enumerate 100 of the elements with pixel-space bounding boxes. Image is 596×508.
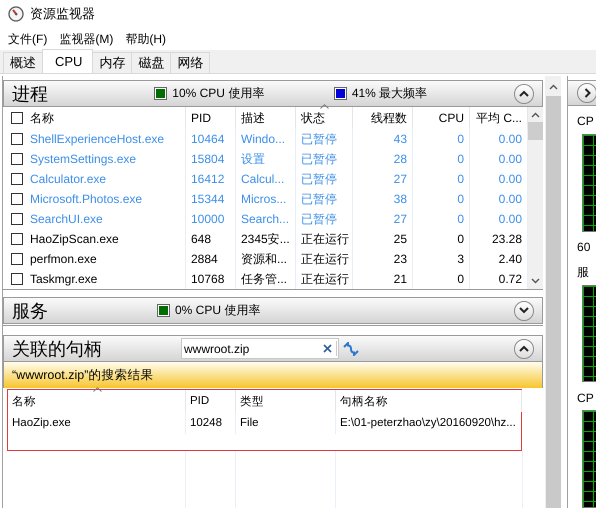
table-cell: 0 [457, 172, 464, 186]
column-header[interactable]: CPU [438, 111, 464, 125]
table-cell: 2884 [191, 252, 218, 266]
graph-label: 60 [576, 239, 592, 256]
column-header[interactable]: 类型 [236, 390, 336, 412]
section-title: 进程 [12, 82, 49, 106]
tab[interactable]: 网络 [170, 52, 210, 73]
tab[interactable]: CPU [42, 49, 94, 73]
table-cell: 16412 [191, 172, 224, 186]
table-cell: 2345安... [241, 230, 290, 248]
scroll-up-icon[interactable] [548, 84, 558, 90]
scroll-down-icon[interactable] [531, 278, 540, 284]
table-cell: 10248 [186, 412, 236, 434]
collapse-button[interactable] [514, 338, 534, 358]
table-cell: 38 [394, 192, 407, 206]
table-cell: 23.28 [492, 232, 522, 246]
column-header[interactable]: 名称 [30, 110, 54, 126]
table-cell: HaoZip.exe [8, 412, 186, 434]
table-cell: 0 [457, 132, 464, 146]
column-header[interactable]: 平均 C... [476, 110, 522, 126]
table-cell: 0.00 [498, 152, 522, 166]
table-cell: SearchUI.exe [30, 212, 103, 226]
window-title: 资源监视器 [30, 5, 95, 23]
table-cell: 15804 [191, 152, 224, 166]
column-header[interactable]: PID [191, 111, 212, 125]
indicator-text: 0% CPU 使用率 [175, 302, 260, 319]
chevron-right-icon [584, 88, 591, 98]
table-cell: 0.00 [498, 132, 522, 146]
chevron-down-icon [519, 307, 530, 314]
table-cell: 资源和... [241, 250, 288, 268]
chevron-up-icon [519, 345, 530, 352]
table-cell: 任务管... [241, 270, 288, 288]
section-title: 服务 [12, 300, 49, 322]
column-header[interactable]: 名称 [8, 390, 186, 412]
column-header[interactable]: 描述 [241, 110, 265, 126]
table-cell: 已暂停 [301, 150, 337, 168]
refresh-icon [343, 342, 359, 356]
table-cell-text: E:\01-peterzhao\zy\20160920\hz... [339, 416, 517, 431]
section-title: 关联的句柄 [12, 338, 103, 360]
table-cell: 正在运行 [301, 250, 349, 268]
menu-item[interactable]: 监视器(M) [55, 28, 118, 50]
column-header[interactable]: 状态 [301, 110, 325, 126]
table-cell: 已暂停 [301, 170, 337, 188]
table-cell: 15344 [191, 192, 224, 206]
collapse-button[interactable] [514, 84, 534, 104]
table-cell: 648 [191, 232, 212, 246]
table-cell: 23 [394, 252, 407, 266]
table-cell: Windo... [241, 132, 286, 146]
graph-label: CP [576, 113, 595, 130]
scrollbar-thumb[interactable] [528, 122, 544, 140]
table-cell: 3 [457, 252, 464, 266]
checkbox[interactable] [11, 193, 23, 205]
table-cell: Microsoft.Photos.exe [30, 192, 142, 206]
table-cell: 已暂停 [301, 130, 337, 148]
section-header[interactable]: 服务 0% CPU 使用率 [3, 297, 544, 324]
table-cell: Taskmgr.exe [30, 272, 98, 286]
table-cell: 10000 [191, 212, 224, 226]
table-cell: perfmon.exe [30, 252, 97, 266]
table-cell: Micros... [241, 192, 286, 206]
checkbox[interactable] [11, 133, 23, 145]
search-field[interactable]: wwwroot.zip [181, 338, 339, 359]
scrollbar[interactable] [528, 107, 544, 289]
column-header[interactable]: PID [186, 390, 236, 412]
table-cell: 0 [457, 152, 464, 166]
table-cell: Calculator.exe [30, 172, 106, 186]
checkbox[interactable] [11, 213, 23, 225]
checkbox[interactable] [11, 233, 23, 245]
scroll-up-icon[interactable] [531, 112, 540, 118]
column-header[interactable]: 句柄名称 [336, 390, 522, 412]
table-cell: 0.00 [498, 192, 522, 206]
tab[interactable]: 概述 [3, 52, 43, 73]
expand-button[interactable] [577, 82, 596, 103]
checkbox[interactable] [11, 153, 23, 165]
checkbox[interactable] [11, 273, 23, 285]
graph-label: CP [576, 390, 595, 407]
table-cell: 27 [394, 212, 407, 226]
table-cell: Calcul... [241, 172, 284, 186]
checkbox[interactable] [11, 112, 23, 124]
table-cell: 21 [394, 272, 407, 286]
table-cell: 0.00 [498, 172, 522, 186]
menu-item[interactable]: 帮助(H) [121, 28, 170, 50]
section-header[interactable]: 关联的句柄 wwwroot.zip [3, 335, 544, 362]
section-header[interactable]: 进程 10% CPU 使用率 41% 最大频率 [3, 80, 544, 107]
table-cell: 28 [394, 152, 407, 166]
table-cell: 0 [457, 232, 464, 246]
expand-button[interactable] [514, 300, 534, 320]
table-cell: 已暂停 [301, 190, 337, 208]
table-cell: 43 [394, 132, 407, 146]
table-cell: File [236, 412, 336, 434]
search-result-banner: “wwwroot.zip”的搜索结果 [3, 362, 544, 388]
menu-item[interactable]: 文件(F) [4, 28, 52, 50]
table-cell: ShellExperienceHost.exe [30, 132, 164, 146]
checkbox[interactable] [11, 253, 23, 265]
table-cell: 2.40 [498, 252, 522, 266]
gauge-icon [8, 6, 24, 22]
checkbox[interactable] [11, 173, 23, 185]
close-icon [323, 344, 332, 353]
column-header[interactable]: 线程数 [371, 110, 407, 126]
table-cell: 设置 [241, 150, 265, 168]
chevron-up-icon [519, 90, 530, 97]
